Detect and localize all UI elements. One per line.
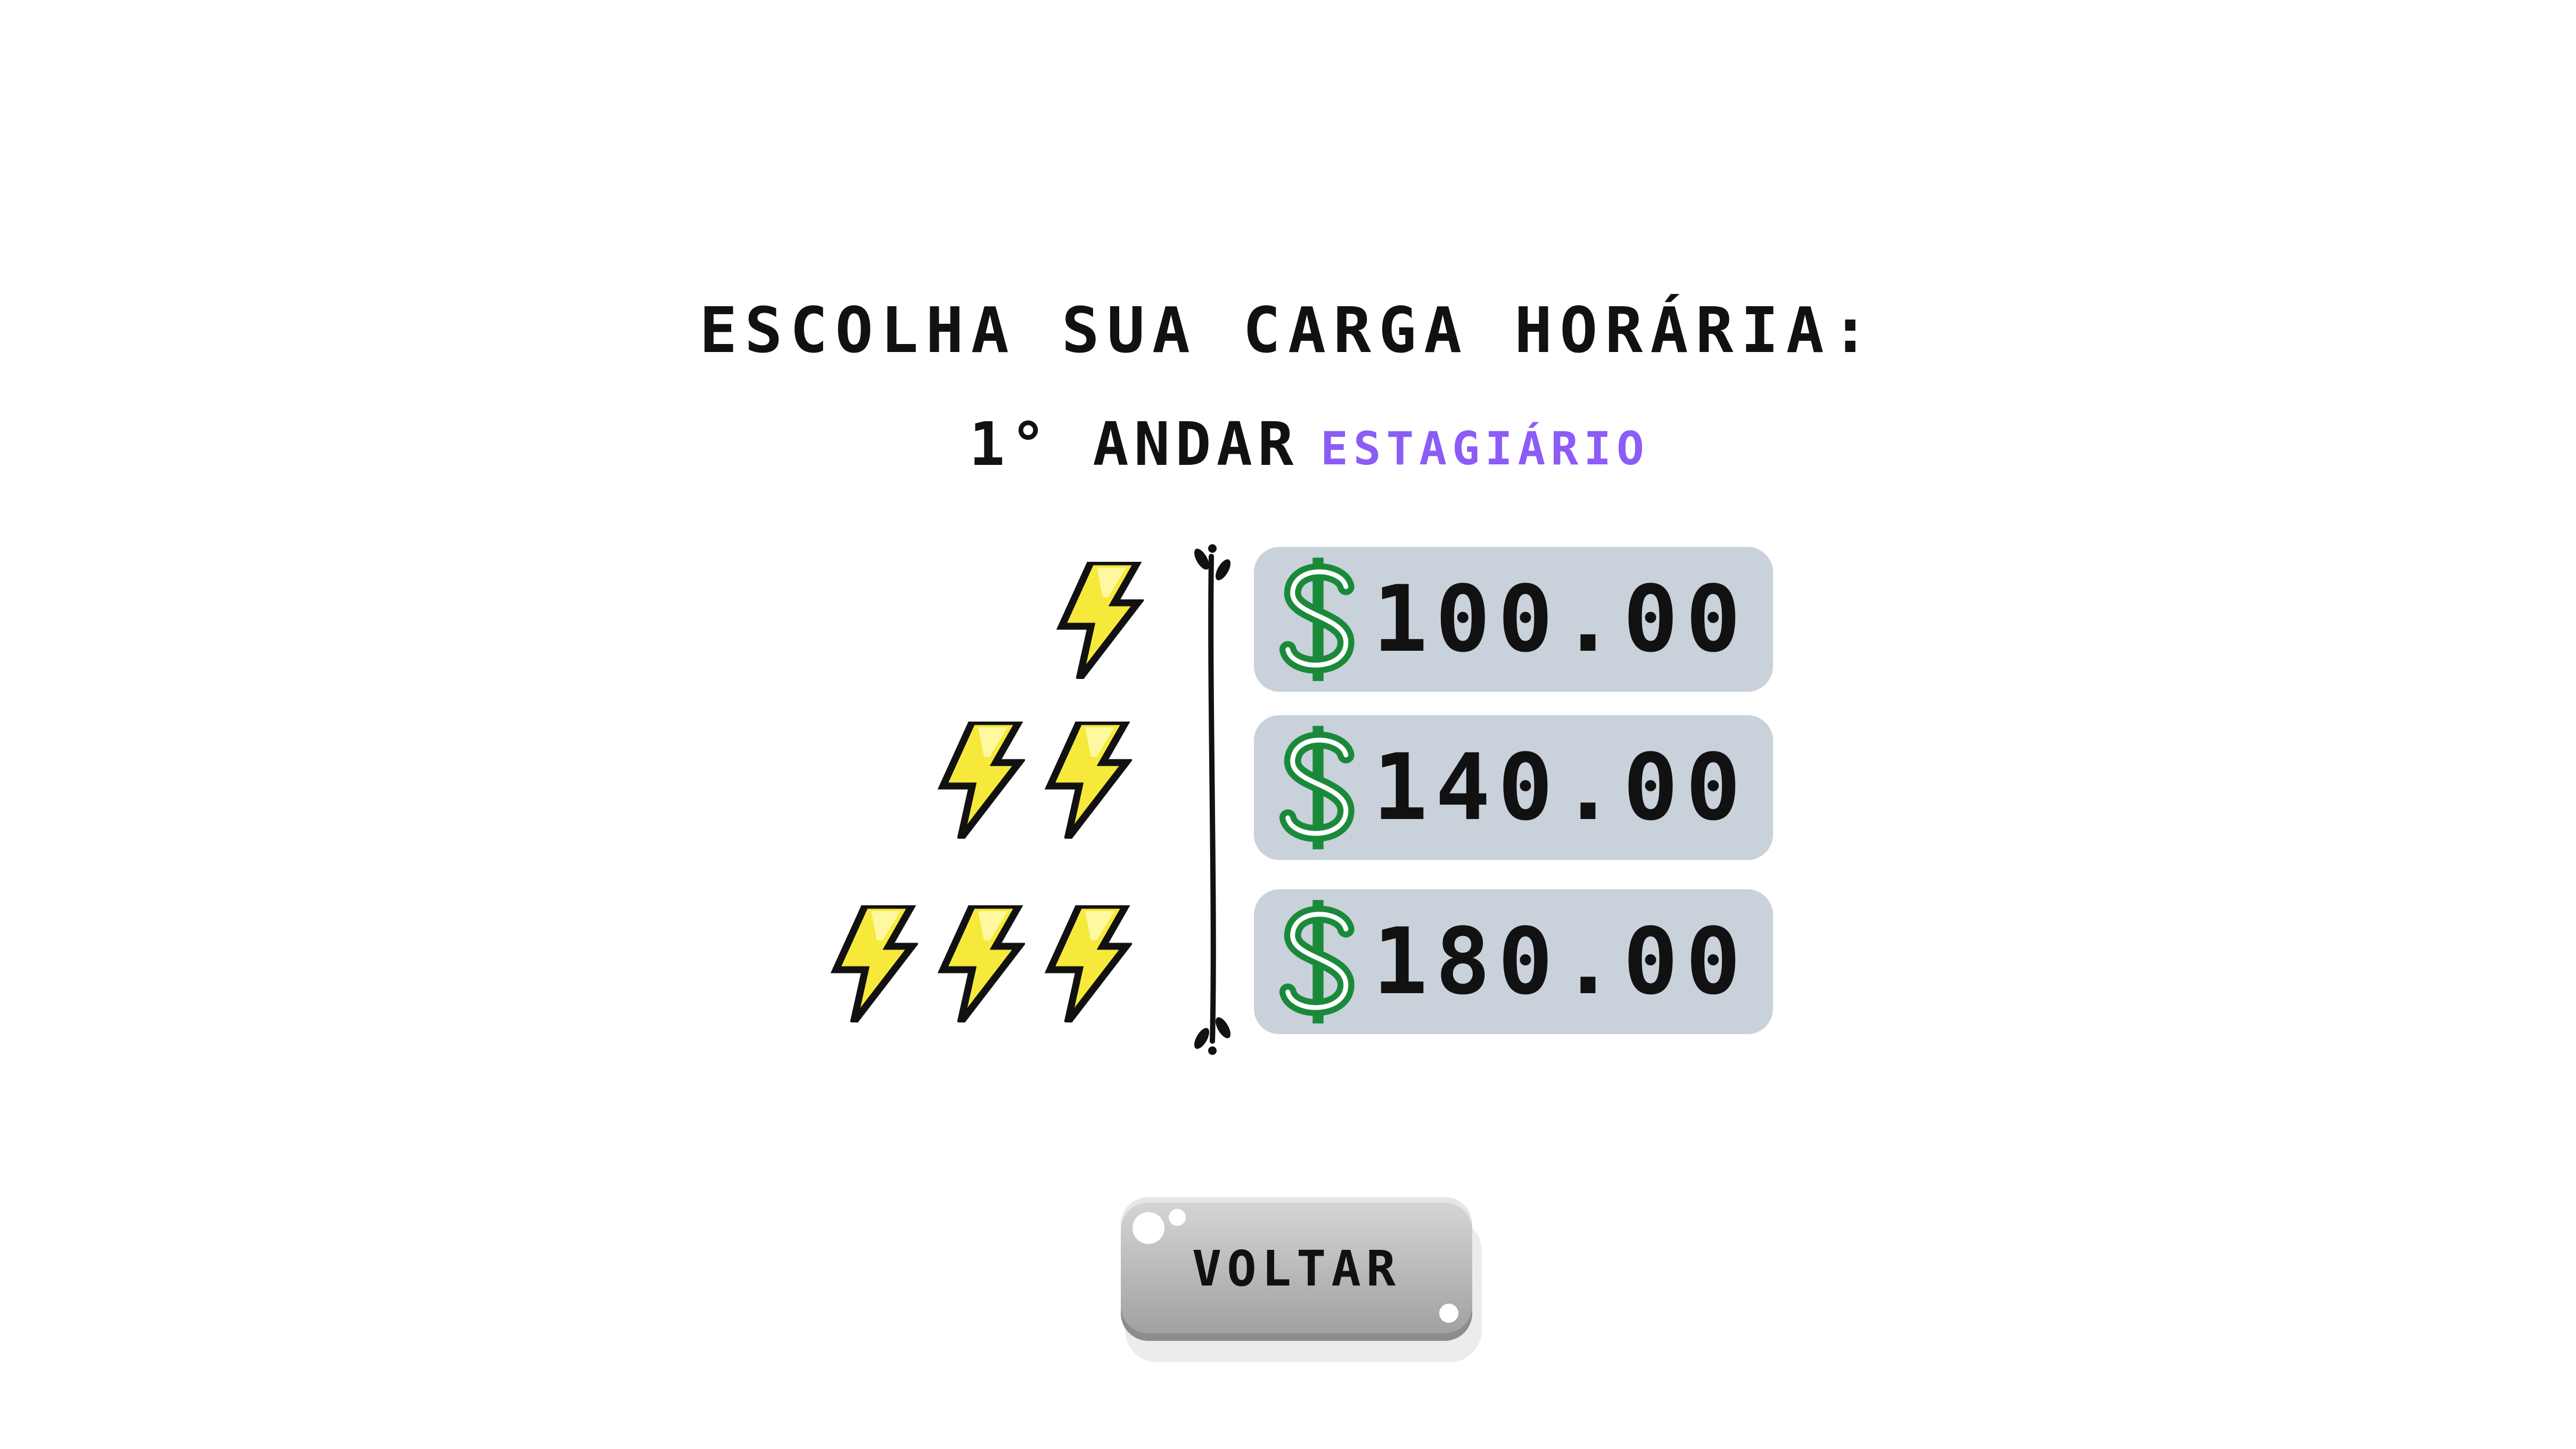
back-button[interactable]: Voltar bbox=[1121, 1197, 1483, 1362]
page-title: Escolha sua carga horária: bbox=[699, 293, 1877, 367]
role-label: Estagiário bbox=[1320, 422, 1650, 476]
floor-label: 1° andar bbox=[969, 410, 1299, 479]
dollar-sign-icon bbox=[1279, 900, 1355, 1024]
lightning-bolt-icon bbox=[937, 722, 1025, 839]
energy-level-1 bbox=[1056, 562, 1144, 679]
salary-option-140[interactable]: 140.00 bbox=[1254, 715, 1773, 860]
option-price: 180.00 bbox=[1373, 908, 1749, 1015]
bracket-divider-icon bbox=[1194, 544, 1230, 1055]
lightning-bolt-icon bbox=[1044, 905, 1132, 1022]
energy-level-2 bbox=[937, 722, 1132, 839]
salary-option-180[interactable]: 180.00 bbox=[1254, 889, 1773, 1034]
lightning-bolt-icon bbox=[937, 905, 1025, 1022]
option-price: 140.00 bbox=[1373, 734, 1749, 841]
lightning-bolt-icon bbox=[830, 905, 918, 1022]
dollar-sign-icon bbox=[1279, 558, 1355, 681]
dollar-sign-icon bbox=[1279, 726, 1355, 849]
energy-level-3 bbox=[830, 905, 1132, 1022]
back-button-label: Voltar bbox=[1192, 1240, 1401, 1297]
floor-info: 1° andar Estagiário bbox=[0, 405, 2576, 485]
option-price: 100.00 bbox=[1373, 566, 1749, 673]
lightning-bolt-icon bbox=[1056, 562, 1144, 679]
salary-option-100[interactable]: 100.00 bbox=[1254, 547, 1773, 692]
lightning-bolt-icon bbox=[1044, 722, 1132, 839]
